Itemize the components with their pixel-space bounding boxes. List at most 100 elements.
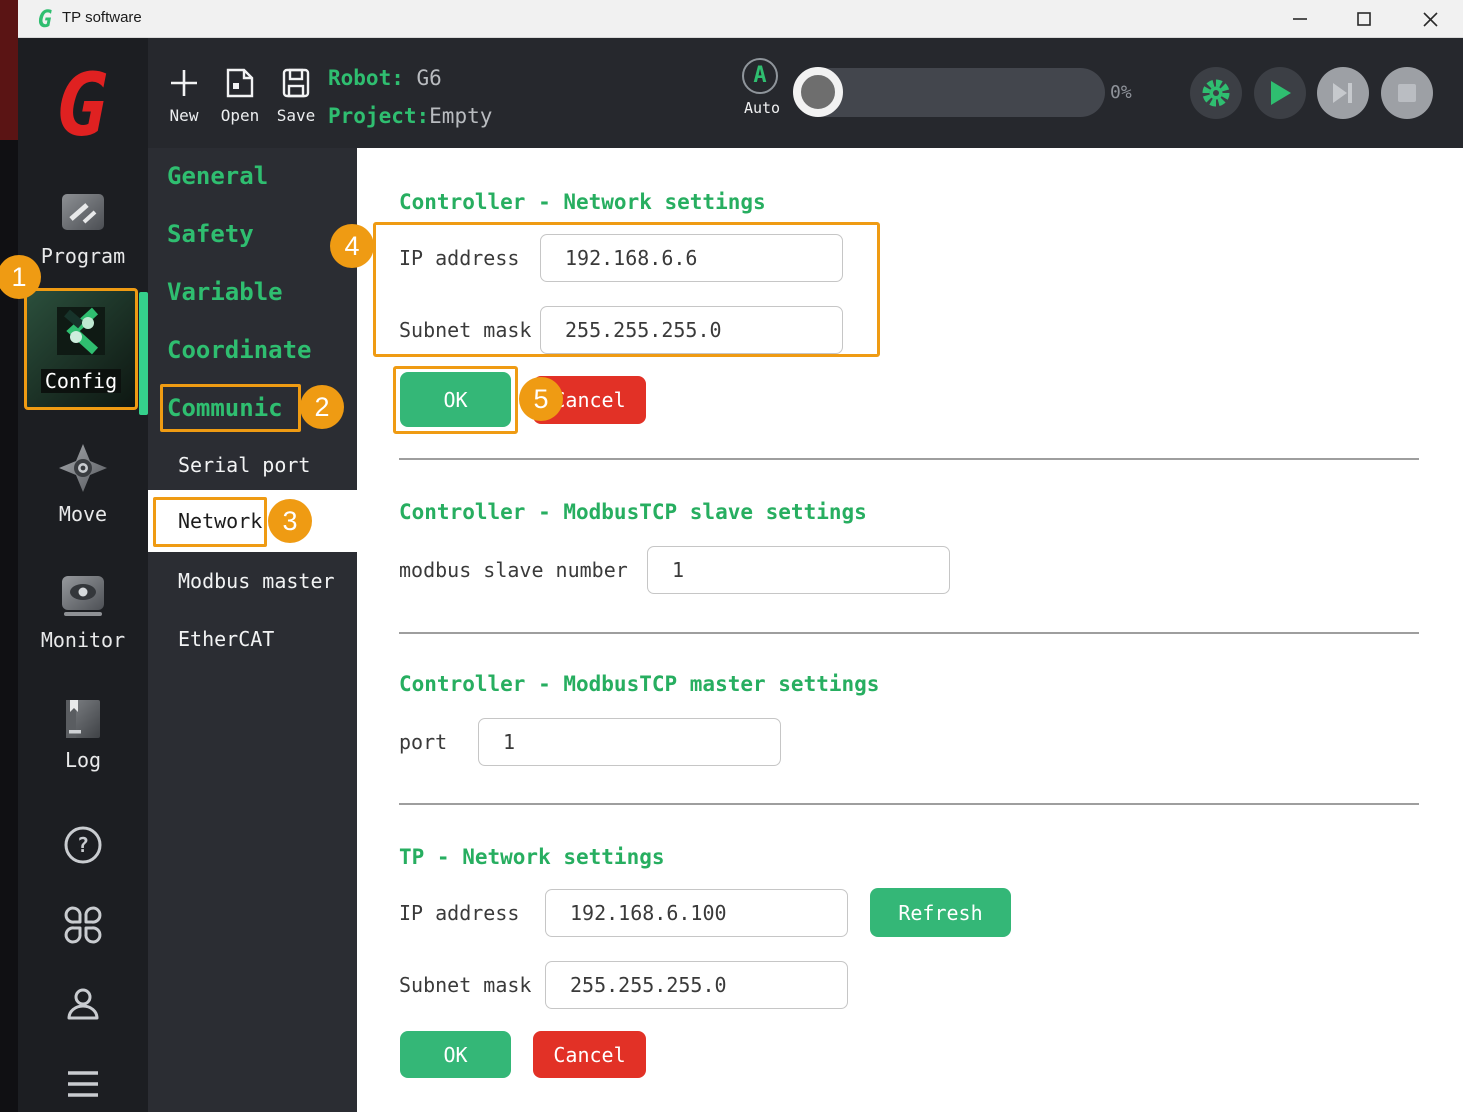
save-button[interactable]: Save bbox=[268, 64, 324, 125]
svg-text:?: ? bbox=[77, 833, 89, 857]
sidebar: G Program Config Move Monitor bbox=[18, 38, 148, 1112]
save-label: Save bbox=[268, 106, 324, 125]
new-icon bbox=[156, 64, 212, 102]
minimize-button[interactable] bbox=[1277, 0, 1323, 38]
divider-3 bbox=[399, 803, 1419, 805]
controller-mask-input[interactable] bbox=[540, 306, 843, 354]
window-title: TP software bbox=[62, 9, 142, 26]
minimize-icon bbox=[1293, 12, 1307, 26]
section-title-controller-network: Controller - Network settings bbox=[399, 190, 766, 214]
stop-icon bbox=[1396, 82, 1418, 104]
sidebar-label-move: Move bbox=[18, 502, 148, 526]
controller-network-ok-button[interactable]: OK bbox=[400, 372, 511, 427]
auto-mode-icon: A bbox=[742, 58, 778, 94]
modbus-slave-number-label: modbus slave number bbox=[399, 558, 628, 582]
project-status: Project:Empty bbox=[328, 104, 492, 128]
main-content: Controller - Network settings IP address… bbox=[357, 148, 1463, 1112]
app-logo-icon: G bbox=[32, 6, 58, 32]
sidebar-label-log: Log bbox=[18, 748, 148, 772]
program-icon bbox=[18, 186, 148, 238]
sidebar-item-move[interactable]: Move bbox=[18, 440, 148, 526]
hamburger-menu-icon bbox=[18, 1066, 148, 1102]
section-title-tp-network: TP - Network settings bbox=[399, 845, 665, 869]
controller-network-cancel-button[interactable]: Cancel bbox=[533, 376, 646, 424]
sidebar-label-monitor: Monitor bbox=[18, 628, 148, 652]
robot-value: G6 bbox=[417, 66, 442, 90]
tp-ok-button[interactable]: OK bbox=[400, 1031, 511, 1078]
sidebar-item-menu[interactable] bbox=[18, 1066, 148, 1102]
config-active-indicator bbox=[139, 292, 148, 415]
apps-clover-icon bbox=[18, 904, 148, 946]
ip-address-label: IP address bbox=[399, 246, 519, 270]
tp-ip-input[interactable] bbox=[545, 889, 848, 937]
app-window: G TP software New Open bbox=[0, 0, 1463, 1112]
submenu-item-serial-port[interactable]: Serial port bbox=[178, 453, 310, 477]
tp-mask-input[interactable] bbox=[545, 961, 848, 1009]
annotation-box-communic bbox=[160, 384, 301, 432]
tp-refresh-button[interactable]: Refresh bbox=[870, 888, 1011, 937]
screen-edge-top bbox=[0, 0, 18, 140]
open-button[interactable]: Open bbox=[212, 64, 268, 125]
project-label: Project: bbox=[328, 104, 429, 128]
modbus-slave-number-input[interactable] bbox=[647, 546, 950, 594]
open-label: Open bbox=[212, 106, 268, 125]
sidebar-item-monitor[interactable]: Monitor bbox=[18, 568, 148, 652]
port-input[interactable] bbox=[478, 718, 781, 766]
speed-value: 0% bbox=[1110, 82, 1132, 103]
sidebar-item-config[interactable]: Config bbox=[24, 288, 138, 410]
stop-button[interactable] bbox=[1381, 67, 1433, 119]
submenu-item-coordinate[interactable]: Coordinate bbox=[167, 336, 312, 364]
monitor-icon bbox=[18, 568, 148, 622]
save-icon bbox=[268, 64, 324, 102]
submenu-item-safety[interactable]: Safety bbox=[167, 220, 254, 248]
move-icon bbox=[18, 440, 148, 496]
open-icon bbox=[212, 64, 268, 102]
log-icon bbox=[18, 696, 148, 742]
controller-ip-input[interactable] bbox=[540, 234, 843, 282]
submenu-item-general[interactable]: General bbox=[167, 162, 268, 190]
titlebar: G TP software bbox=[18, 0, 1463, 38]
section-title-modbus-master: Controller - ModbusTCP master settings bbox=[399, 672, 879, 696]
run-button[interactable] bbox=[1254, 67, 1306, 119]
auto-mode-label: Auto bbox=[742, 99, 782, 117]
project-value: Empty bbox=[429, 104, 492, 128]
auto-mode-button[interactable]: A Auto bbox=[742, 58, 782, 117]
settings-button[interactable] bbox=[1190, 67, 1242, 119]
robot-label: Robot: bbox=[328, 66, 404, 90]
section-title-modbus-slave: Controller - ModbusTCP slave settings bbox=[399, 500, 867, 524]
maximize-icon bbox=[1357, 12, 1371, 26]
gear-icon bbox=[1199, 76, 1233, 110]
submenu-item-modbus-master[interactable]: Modbus master bbox=[178, 569, 335, 593]
user-icon bbox=[18, 984, 148, 1026]
submenu-item-ethercat[interactable]: EtherCAT bbox=[178, 627, 274, 651]
close-button[interactable] bbox=[1407, 0, 1453, 38]
sidebar-item-help[interactable]: ? bbox=[18, 824, 148, 866]
sidebar-item-user[interactable] bbox=[18, 984, 148, 1026]
screen-edge-bottom bbox=[0, 140, 18, 1112]
divider-1 bbox=[399, 458, 1419, 460]
port-label: port bbox=[399, 730, 447, 754]
help-icon: ? bbox=[18, 824, 148, 866]
sidebar-label-program: Program bbox=[18, 244, 148, 268]
sidebar-item-program[interactable]: Program bbox=[18, 186, 148, 268]
new-label: New bbox=[156, 106, 212, 125]
maximize-button[interactable] bbox=[1341, 0, 1387, 38]
step-button[interactable] bbox=[1317, 67, 1369, 119]
sidebar-item-apps[interactable] bbox=[18, 904, 148, 946]
close-icon bbox=[1423, 12, 1438, 27]
brand-logo-icon: G bbox=[32, 56, 132, 156]
tp-cancel-button[interactable]: Cancel bbox=[533, 1031, 646, 1078]
new-button[interactable]: New bbox=[156, 64, 212, 125]
robot-status: Robot: G6 bbox=[328, 66, 442, 90]
divider-2 bbox=[399, 632, 1419, 634]
tp-ip-address-label: IP address bbox=[399, 901, 519, 925]
sidebar-label-config: Config bbox=[41, 369, 121, 393]
submenu-item-variable[interactable]: Variable bbox=[167, 278, 283, 306]
play-icon bbox=[1267, 79, 1293, 107]
config-icon bbox=[27, 301, 135, 365]
speed-slider-knob[interactable] bbox=[793, 67, 843, 117]
step-forward-icon bbox=[1330, 80, 1356, 106]
config-submenu: General Safety Variable Coordinate Commu… bbox=[148, 148, 357, 1112]
subnet-mask-label: Subnet mask bbox=[399, 318, 531, 342]
sidebar-item-log[interactable]: Log bbox=[18, 696, 148, 772]
